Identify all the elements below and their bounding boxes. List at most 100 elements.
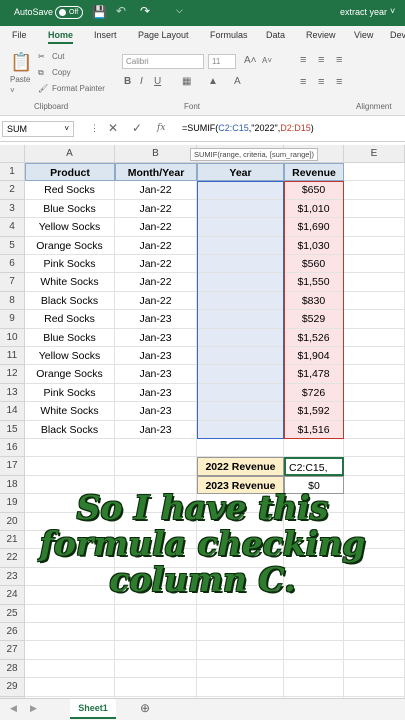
- table-cell[interactable]: $529: [284, 310, 344, 329]
- autosave-toggle[interactable]: Off: [55, 6, 83, 19]
- add-sheet-icon[interactable]: ⊕: [140, 701, 150, 715]
- grid-cell[interactable]: [197, 678, 284, 697]
- grid-cell[interactable]: [197, 623, 284, 642]
- table-cell[interactable]: $1,478: [284, 365, 344, 384]
- sheet-tab-sheet1[interactable]: Sheet1: [70, 699, 116, 719]
- grid-cell[interactable]: [115, 659, 197, 679]
- table-cell[interactable]: $650: [284, 181, 344, 200]
- next-sheet-icon[interactable]: ▶: [30, 703, 37, 714]
- table-cell[interactable]: Pink Socks: [25, 383, 115, 403]
- grid-cell[interactable]: [284, 439, 344, 458]
- select-all-corner[interactable]: [0, 145, 25, 163]
- font-name-select[interactable]: Calibri: [122, 54, 204, 69]
- customize-qat-icon[interactable]: ⌵: [176, 5, 183, 16]
- table-cell[interactable]: Jan-22: [115, 236, 197, 255]
- align-center-icon[interactable]: ≡: [318, 76, 324, 88]
- table-cell[interactable]: [197, 255, 284, 274]
- table-cell[interactable]: $830: [284, 291, 344, 311]
- table-cell[interactable]: Pink Socks: [25, 255, 115, 274]
- grid-cell[interactable]: [344, 604, 405, 623]
- formula-input[interactable]: =SUMIF(C2:C15,"2022",D2:D15): [182, 123, 314, 133]
- table-cell[interactable]: $1,526: [284, 328, 344, 347]
- table-cell[interactable]: $1,010: [284, 199, 344, 219]
- grid-cell[interactable]: [344, 623, 405, 642]
- underline-icon[interactable]: U: [154, 76, 161, 87]
- table-cell[interactable]: Jan-23: [115, 402, 197, 421]
- redo-icon[interactable]: ↷: [140, 4, 150, 18]
- row-header[interactable]: 11: [0, 347, 25, 366]
- table-cell[interactable]: $1,592: [284, 402, 344, 421]
- grid-cell[interactable]: [344, 402, 405, 421]
- row-header[interactable]: 10: [0, 328, 25, 347]
- tab-data[interactable]: Data: [266, 30, 285, 40]
- table-header-cell[interactable]: Revenue: [284, 163, 344, 182]
- grid-cell[interactable]: [344, 291, 405, 311]
- grid-cell[interactable]: [344, 181, 405, 200]
- row-header[interactable]: 5: [0, 236, 25, 255]
- grid-cell[interactable]: [197, 641, 284, 660]
- grid-cell[interactable]: [25, 641, 115, 660]
- table-cell[interactable]: Jan-22: [115, 181, 197, 200]
- table-cell[interactable]: [197, 420, 284, 439]
- paste-button[interactable]: Paste: [10, 75, 30, 84]
- row-header[interactable]: 14: [0, 402, 25, 421]
- table-cell[interactable]: $1,904: [284, 347, 344, 366]
- table-cell[interactable]: $1,550: [284, 273, 344, 292]
- format-painter-button[interactable]: Format Painter: [52, 84, 105, 93]
- grid-cell[interactable]: [284, 623, 344, 642]
- row-header[interactable]: 25: [0, 604, 25, 623]
- grid-cell[interactable]: [115, 678, 197, 697]
- table-cell[interactable]: Jan-23: [115, 310, 197, 329]
- summary-label[interactable]: 2022 Revenue: [197, 457, 284, 476]
- table-cell[interactable]: Red Socks: [25, 310, 115, 329]
- bold-icon[interactable]: B: [124, 76, 131, 87]
- grid-cell[interactable]: [115, 604, 197, 623]
- table-cell[interactable]: Orange Socks: [25, 365, 115, 384]
- row-header[interactable]: 3: [0, 199, 25, 219]
- grid-cell[interactable]: [344, 255, 405, 274]
- insert-function-icon[interactable]: fx: [157, 123, 165, 133]
- grid-cell[interactable]: [344, 457, 405, 476]
- row-header[interactable]: 17: [0, 457, 25, 476]
- chevron-down-icon[interactable]: ˅: [64, 124, 69, 133]
- grid-cell[interactable]: [25, 623, 115, 642]
- table-cell[interactable]: [197, 328, 284, 347]
- column-header[interactable]: A: [25, 145, 115, 163]
- grid-cell[interactable]: [344, 310, 405, 329]
- enter-icon[interactable]: ✓: [132, 121, 142, 135]
- grid-cell[interactable]: [197, 659, 284, 679]
- table-cell[interactable]: Black Socks: [25, 291, 115, 311]
- table-cell[interactable]: $1,516: [284, 420, 344, 439]
- grid-cell[interactable]: [25, 457, 115, 476]
- paste-dropdown-icon[interactable]: ˅: [10, 86, 15, 95]
- grid-cell[interactable]: [344, 218, 405, 237]
- grid-cell[interactable]: [115, 439, 197, 458]
- grid-cell[interactable]: [115, 457, 197, 476]
- table-cell[interactable]: Jan-23: [115, 347, 197, 366]
- row-header[interactable]: 27: [0, 641, 25, 660]
- grid-cell[interactable]: [115, 623, 197, 642]
- grid-cell[interactable]: [344, 163, 405, 182]
- italic-icon[interactable]: I: [140, 76, 143, 87]
- table-cell[interactable]: Jan-23: [115, 420, 197, 439]
- grid-cell[interactable]: [344, 347, 405, 366]
- table-cell[interactable]: Yellow Socks: [25, 347, 115, 366]
- table-cell[interactable]: [197, 181, 284, 200]
- previous-sheet-icon[interactable]: ◀: [10, 703, 17, 714]
- table-cell[interactable]: [197, 310, 284, 329]
- grid-cell[interactable]: [115, 641, 197, 660]
- grid-cell[interactable]: [284, 659, 344, 679]
- grid-cell[interactable]: [344, 236, 405, 255]
- grid-cell[interactable]: [344, 659, 405, 679]
- copy-button[interactable]: Copy: [52, 68, 71, 77]
- row-header[interactable]: 29: [0, 678, 25, 697]
- table-cell[interactable]: [197, 236, 284, 255]
- table-cell[interactable]: Blue Socks: [25, 199, 115, 219]
- active-cell-editing[interactable]: C2:C15,: [284, 457, 344, 476]
- table-cell[interactable]: [197, 347, 284, 366]
- row-header[interactable]: 9: [0, 310, 25, 329]
- table-cell[interactable]: Jan-22: [115, 273, 197, 292]
- table-cell[interactable]: Jan-22: [115, 255, 197, 274]
- shrink-font-icon[interactable]: A˅: [262, 56, 272, 65]
- grid-cell[interactable]: [197, 604, 284, 623]
